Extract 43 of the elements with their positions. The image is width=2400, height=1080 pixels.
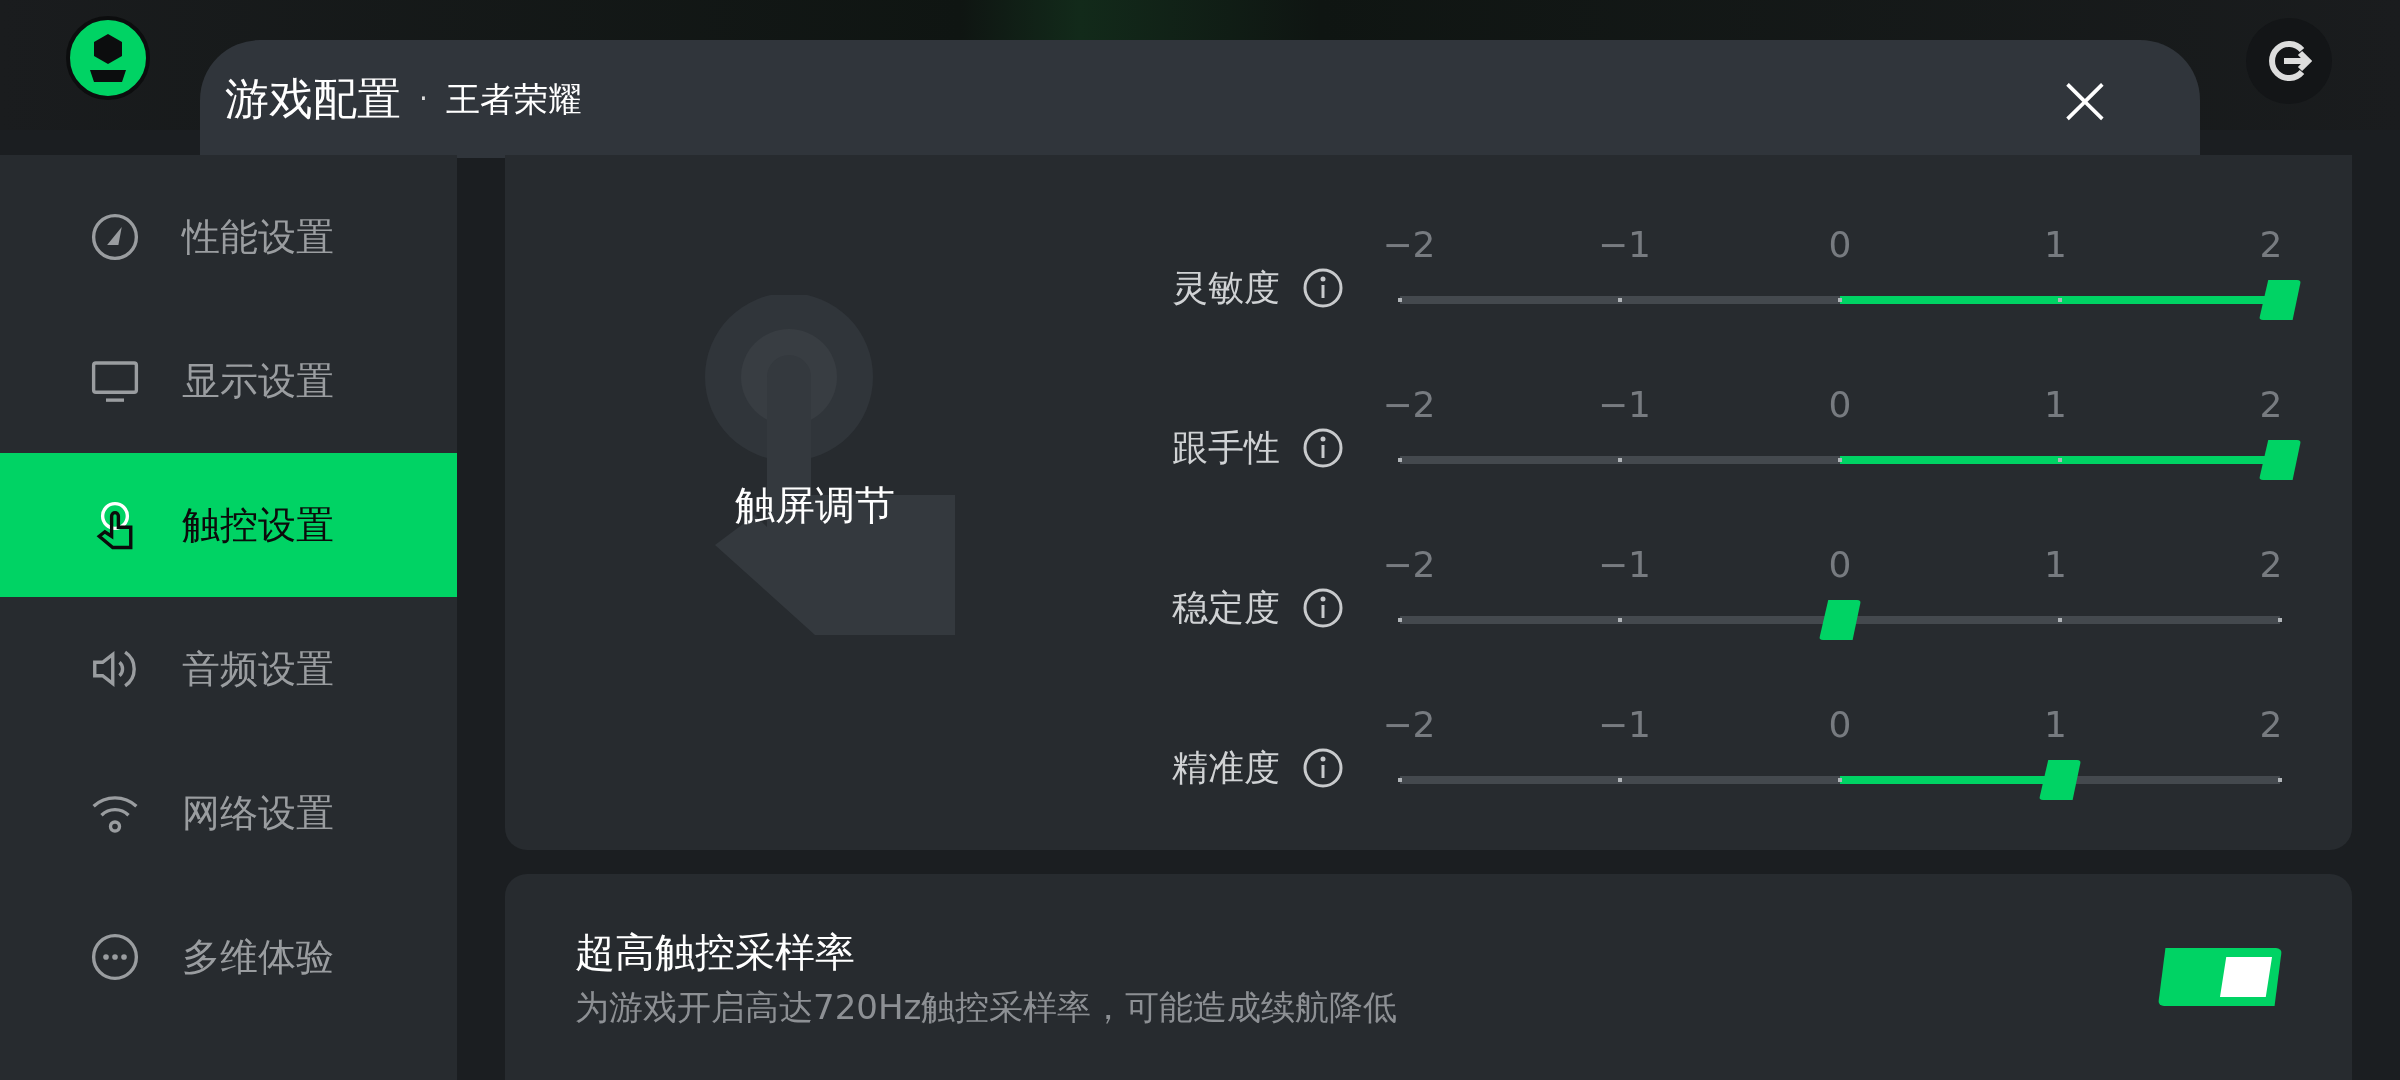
tick-label: −1: [1597, 383, 1652, 427]
sidebar-item[interactable]: 显示设置: [0, 309, 457, 453]
tick-label: −2: [1382, 223, 1436, 267]
exit-icon: [2266, 38, 2312, 84]
sidebar-item[interactable]: 性能设置: [0, 165, 457, 309]
slider-label: 精准度: [1172, 746, 1280, 790]
info-icon[interactable]: [1302, 427, 1344, 469]
tick-label: 2: [2258, 543, 2284, 587]
tick-label: 0: [1827, 383, 1853, 427]
tick-label: 1: [2043, 543, 2068, 587]
slider-label: 灵敏度: [1172, 266, 1280, 310]
toggle-switch[interactable]: [2158, 948, 2282, 1006]
tick-label: 2: [2258, 703, 2284, 747]
slider-label: 稳定度: [1172, 586, 1280, 630]
info-icon[interactable]: [1302, 267, 1344, 309]
tick-label: 1: [2043, 703, 2068, 747]
touch-adjust-title: 触屏调节: [735, 481, 895, 530]
tick-label: 1: [2043, 223, 2068, 267]
game-name: 王者荣耀: [445, 77, 582, 121]
slider-label: 跟手性: [1172, 426, 1280, 470]
tick-label: 2: [2258, 223, 2284, 267]
tick-label: 2: [2258, 383, 2284, 427]
tick-label: 0: [1827, 543, 1853, 587]
setting-description: 为游戏开启高达720Hz触控采样率，可能造成续航降低: [575, 985, 1398, 1029]
tick-label: 1: [2043, 383, 2068, 427]
tick-label: −2: [1382, 703, 1436, 747]
tick-label: −1: [1597, 223, 1652, 267]
tick-label: 0: [1827, 703, 1853, 747]
tick-label: 0: [1827, 223, 1853, 267]
tick-label: −2: [1382, 383, 1436, 427]
sidebar-item[interactable]: 多维体验: [0, 885, 457, 1029]
close-button[interactable]: ×: [2054, 63, 2175, 135]
separator-dot: ·: [419, 81, 428, 117]
setting-title: 超高触控采样率: [575, 927, 856, 977]
tick-label: −1: [1597, 703, 1652, 747]
sidebar-item[interactable]: 音频设置: [0, 597, 457, 741]
sidebar-item[interactable]: 触控设置: [0, 453, 457, 597]
sidebar-item[interactable]: 网络设置: [0, 741, 457, 885]
tick-label: −2: [1382, 543, 1436, 587]
tick-label: −1: [1597, 543, 1652, 587]
info-icon[interactable]: [1302, 747, 1344, 789]
info-icon[interactable]: [1302, 587, 1344, 629]
panel-title: 游戏配置: [225, 72, 401, 126]
